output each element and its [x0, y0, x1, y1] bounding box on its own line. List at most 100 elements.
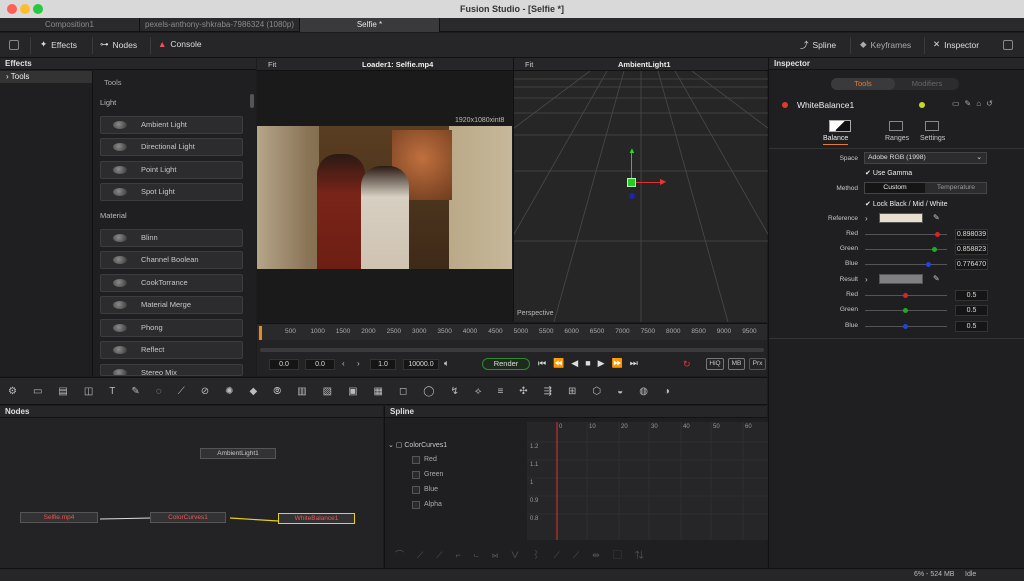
time-slider[interactable]: [260, 348, 764, 352]
tool-directional-light[interactable]: Directional Light: [100, 138, 243, 156]
res-red-slider[interactable]: [865, 293, 947, 298]
eyedropper-icon[interactable]: ✎: [933, 274, 940, 283]
ref-red-slider[interactable]: [865, 232, 947, 237]
spline-graph[interactable]: 1.2 1.1 1 0.9 0.8 0 10 20 30 40 50 60: [527, 422, 768, 540]
tool-material-merge[interactable]: Material Merge: [100, 296, 243, 314]
next-frame-icon[interactable]: ›: [357, 359, 360, 368]
viewer-right-source[interactable]: AmbientLight1: [618, 60, 671, 69]
res-green-field[interactable]: 0.5: [955, 305, 988, 316]
playback-controls[interactable]: ⏮⏪◀■▶⏩⏭: [538, 358, 645, 369]
y-axis-gizmo[interactable]: ▲: [628, 146, 636, 155]
blue-channel-checkbox[interactable]: [412, 486, 420, 494]
viewer-left-source[interactable]: Loader1: Selfie.mp4: [362, 60, 433, 69]
spline-button[interactable]: ⤴ Spline: [800, 39, 836, 51]
prev-frame-icon[interactable]: ‹: [342, 359, 345, 368]
tool-point-light[interactable]: Point Light: [100, 161, 243, 179]
tool-channel-boolean[interactable]: Channel Boolean: [100, 251, 243, 269]
tab-composition1[interactable]: Composition1: [0, 18, 140, 32]
panel-toggle-icon[interactable]: [9, 40, 19, 50]
res-blue-knob[interactable]: [903, 324, 908, 329]
result-expand-icon[interactable]: ›: [865, 275, 868, 284]
reference-expand-icon[interactable]: ›: [865, 214, 868, 223]
spline-toolbar[interactable]: ⌒⟋⟋⌐⌙⋈⋁⌇⟋⟋⇹▢⇅: [395, 548, 657, 561]
result-swatch[interactable]: [879, 274, 923, 284]
global-start-field[interactable]: 0.0: [269, 359, 299, 370]
res-green-knob[interactable]: [903, 308, 908, 313]
playhead[interactable]: [259, 326, 262, 340]
green-channel-checkbox[interactable]: [412, 471, 420, 479]
tool-blinn[interactable]: Blinn: [100, 229, 243, 247]
tool-reflect[interactable]: Reflect: [100, 341, 243, 359]
res-green-slider[interactable]: [865, 308, 947, 313]
ref-blue-knob[interactable]: [926, 262, 931, 267]
subtab-ranges[interactable]: Ranges: [885, 135, 909, 142]
ref-red-field[interactable]: 0.898039: [955, 229, 988, 240]
tool-stereo-mix[interactable]: Stereo Mix: [100, 364, 243, 376]
effects-scrollbar[interactable]: [250, 94, 254, 108]
eyedropper-icon[interactable]: ✎: [933, 213, 940, 222]
ref-green-knob[interactable]: [932, 247, 937, 252]
node-colorcurves1[interactable]: ColorCurves1: [150, 512, 226, 523]
tool-cooktorrance[interactable]: CookTorrance: [100, 274, 243, 292]
node-selfie-mp4[interactable]: Selfie.mp4: [20, 512, 98, 523]
end-field[interactable]: 10000.0: [403, 359, 439, 370]
space-dropdown[interactable]: Adobe RGB (1998) ⌄: [864, 152, 987, 164]
keyframes-button[interactable]: ◆ Keyframes: [860, 39, 911, 50]
ref-red-knob[interactable]: [935, 232, 940, 237]
render-button[interactable]: Render: [482, 358, 530, 370]
tool-spot-light[interactable]: Spot Light: [100, 183, 243, 201]
nodes-button[interactable]: ⊶ Nodes: [100, 39, 137, 50]
balance-tab-icon[interactable]: [829, 120, 851, 132]
time-ruler[interactable]: 500 1000 1500 2000 2500 3000 3500 4000 4500 5000 5…: [257, 323, 767, 340]
ref-green-field[interactable]: 0.858823: [955, 244, 988, 255]
ref-blue-slider[interactable]: [865, 262, 947, 267]
viewer-left-fit[interactable]: Fit: [268, 60, 276, 69]
loop-icon[interactable]: ↻: [683, 359, 691, 370]
settings-tab-icon[interactable]: [925, 121, 939, 131]
mb-button[interactable]: MB: [728, 358, 745, 370]
tool-phong[interactable]: Phong: [100, 319, 243, 337]
res-blue-field[interactable]: 0.5: [955, 321, 988, 332]
ref-blue-field[interactable]: 0.776470: [955, 259, 988, 270]
node-ambientlight1[interactable]: AmbientLight1: [200, 448, 276, 459]
node-header-icons[interactable]: ▭✎⌂↺: [952, 99, 998, 108]
hiq-button[interactable]: HiQ: [706, 358, 724, 370]
spline-root-item[interactable]: ⌄ ▢ ColorCurves1: [388, 441, 447, 449]
effects-button[interactable]: ✦ Effects: [40, 39, 77, 50]
inspector-button[interactable]: ✕ Inspector: [933, 39, 979, 50]
tab-modifiers[interactable]: Modifiers: [895, 78, 959, 90]
tab-tools[interactable]: Tools: [831, 78, 895, 90]
res-blue-slider[interactable]: [865, 324, 947, 329]
red-channel-checkbox[interactable]: [412, 456, 420, 464]
reference-swatch[interactable]: [879, 213, 923, 223]
tree-item-tools[interactable]: › Tools: [0, 71, 92, 83]
tab-pexels[interactable]: pexels-anthony-shkraba-7986324 (1080p): [140, 18, 300, 32]
subtab-settings[interactable]: Settings: [920, 135, 945, 142]
node-whitebalance1[interactable]: WhiteBalance1: [278, 513, 355, 524]
res-red-field[interactable]: 0.5: [955, 290, 988, 301]
display-icon[interactable]: [1003, 40, 1013, 50]
viewer-right-fit[interactable]: Fit: [525, 60, 533, 69]
node-color-dot[interactable]: [919, 102, 925, 108]
console-button[interactable]: ▲ Console: [158, 39, 202, 49]
step-field[interactable]: 1.0: [370, 359, 396, 370]
lock-checkbox[interactable]: ✔ Lock Black / Mid / White: [865, 200, 948, 208]
ref-green-slider[interactable]: [865, 247, 947, 252]
z-axis-gizmo[interactable]: [629, 193, 635, 199]
method-custom-button[interactable]: Custom: [865, 183, 925, 193]
res-red-knob[interactable]: [903, 293, 908, 298]
tool-strip-icons[interactable]: ⚙▭▤◫T✎◌⟋⊘✺◆⦾▥▧▣▦◻◯↯⟡≡✣⇶⊞⬡◒◍◑: [8, 386, 686, 397]
alpha-channel-checkbox[interactable]: [412, 501, 420, 509]
tab-selfie[interactable]: Selfie *: [300, 18, 440, 32]
x-axis-gizmo[interactable]: ▶: [660, 177, 666, 186]
speaker-icon[interactable]: 🔈︎: [444, 358, 449, 369]
method-temperature-button[interactable]: Temperature: [926, 183, 986, 193]
light-gizmo[interactable]: [627, 178, 636, 187]
node-enable-dot[interactable]: [782, 102, 788, 108]
render-start-field[interactable]: 0.0: [305, 359, 335, 370]
subtab-balance[interactable]: Balance: [823, 135, 849, 145]
prx-button[interactable]: Prx: [749, 358, 766, 370]
tool-ambient-light[interactable]: Ambient Light: [100, 116, 243, 134]
ranges-tab-icon[interactable]: [889, 121, 903, 131]
use-gamma-checkbox[interactable]: ✔ Use Gamma: [865, 169, 912, 177]
